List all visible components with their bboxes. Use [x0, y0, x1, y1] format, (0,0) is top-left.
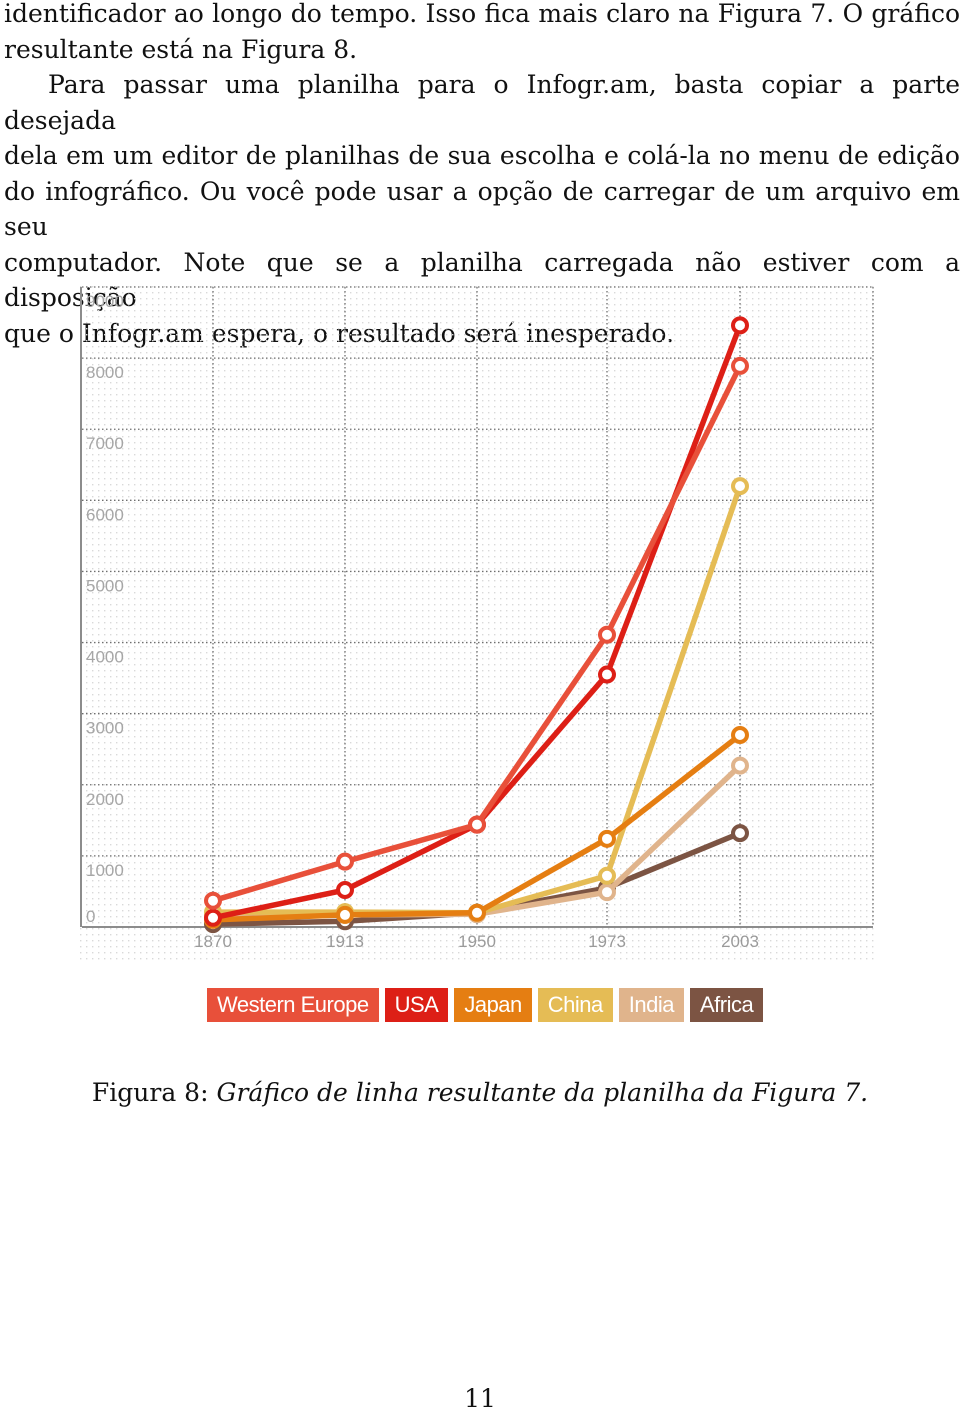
caption-label: Figura 8: [91, 1078, 209, 1107]
data-point-western-europe[interactable] [336, 852, 354, 871]
data-point-usa[interactable] [731, 316, 749, 335]
data-point-japan[interactable] [598, 829, 616, 848]
data-point-western-europe[interactable] [731, 356, 749, 375]
x-tick-label: 1870 [194, 932, 232, 951]
y-tick-label: 2000 [86, 790, 124, 809]
legend-item-usa[interactable]: USA [384, 988, 449, 1022]
data-point-western-europe[interactable] [598, 625, 616, 644]
legend-item-japan[interactable]: Japan [454, 988, 532, 1022]
text-line: do infográfico. Ou você pode usar a opçã… [4, 176, 960, 242]
legend-item-china[interactable]: China [537, 988, 613, 1022]
text-line: resultante está na Figura 8. [4, 34, 358, 64]
data-point-usa[interactable] [336, 881, 354, 900]
data-point-usa[interactable] [598, 665, 616, 684]
data-point-africa[interactable] [731, 824, 749, 843]
data-point-india[interactable] [598, 883, 616, 902]
text-line: identificador ao longo do tempo. Isso fi… [4, 0, 960, 28]
chart-legend: Western Europe USA Japan China India Africa [207, 988, 764, 1022]
line-chart: 0 1000 2000 3000 4000 5000 6000 7000 8000 9000 18… [78, 284, 876, 964]
y-tick-label: 3000 [86, 719, 124, 738]
y-tick-label: 7000 [86, 434, 124, 453]
data-point-japan[interactable] [468, 903, 486, 922]
data-point-western-europe[interactable] [204, 891, 222, 910]
x-tick-label: 1973 [588, 932, 626, 951]
paragraph-1: identificador ao longo do tempo. Isso fi… [4, 0, 960, 67]
x-tick-label: 1950 [458, 932, 496, 951]
y-tick-label: 4000 [86, 648, 124, 667]
data-point-china[interactable] [598, 866, 616, 885]
line-chart-figure: 0 1000 2000 3000 4000 5000 6000 7000 8000 9000 18… [78, 284, 876, 964]
text-line: Para passar uma planilha para o Infogr.a… [4, 70, 960, 135]
text-line: dela em um editor de planilhas de sua es… [4, 141, 960, 170]
y-tick-label: 9000 [86, 292, 124, 311]
data-point-japan[interactable] [336, 905, 354, 924]
x-tick-label: 2003 [721, 932, 759, 951]
x-tick-label: 1913 [326, 932, 364, 951]
page-number: 11 [464, 1384, 496, 1413]
data-point-usa[interactable] [204, 908, 222, 927]
legend-item-india[interactable]: India [618, 988, 684, 1022]
y-tick-label: 6000 [86, 505, 124, 524]
y-tick-label: 0 [86, 907, 95, 926]
data-point-china[interactable] [731, 477, 749, 496]
data-point-india[interactable] [731, 756, 749, 775]
figure-caption: Figura 8: Gráfico de linha resultante da … [0, 1078, 960, 1107]
y-tick-label: 1000 [86, 861, 124, 880]
legend-item-western-europe[interactable]: Western Europe [207, 988, 379, 1022]
y-tick-label: 5000 [86, 576, 124, 595]
caption-text: Gráfico de linha resultante da planilha … [216, 1078, 869, 1107]
data-point-western-europe[interactable] [468, 815, 486, 834]
data-point-japan[interactable] [731, 726, 749, 744]
y-tick-label: 8000 [86, 363, 124, 382]
legend-item-africa[interactable]: Africa [689, 988, 764, 1022]
